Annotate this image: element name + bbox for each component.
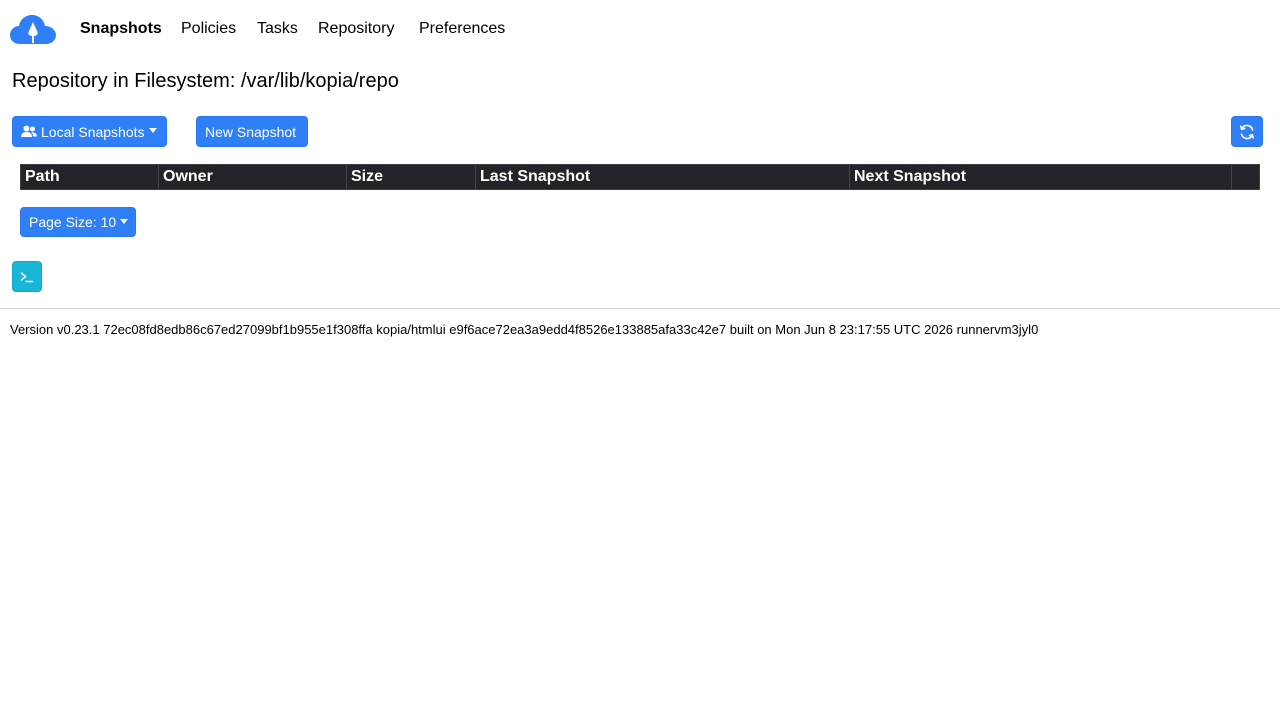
column-header-actions [1232, 165, 1259, 189]
column-header-last-snapshot[interactable]: Last Snapshot [476, 165, 850, 189]
users-icon [21, 125, 37, 138]
refresh-icon [1239, 124, 1255, 140]
page-title: Repository in Filesystem: /var/lib/kopia… [12, 70, 399, 92]
snapshots-table-header: Path Owner Size Last Snapshot Next Snaps… [20, 164, 1260, 190]
chevron-down-icon [120, 218, 129, 224]
column-header-path[interactable]: Path [21, 165, 159, 189]
kopia-cloud-logo-icon[interactable] [10, 13, 56, 45]
new-snapshot-button[interactable]: New Snapshot [196, 116, 308, 147]
nav-item-preferences[interactable]: Preferences [419, 19, 505, 39]
column-header-size[interactable]: Size [347, 165, 476, 189]
page-size-label: Page Size: 10 [29, 214, 117, 230]
nav-item-tasks[interactable]: Tasks [257, 19, 298, 39]
footer-divider [0, 308, 1280, 309]
local-snapshots-dropdown-button[interactable]: Local Snapshots [12, 116, 167, 147]
terminal-icon [20, 271, 34, 283]
nav-item-snapshots[interactable]: Snapshots [80, 19, 162, 39]
nav-item-policies[interactable]: Policies [181, 19, 236, 39]
refresh-button[interactable] [1231, 116, 1263, 147]
chevron-down-icon [148, 128, 157, 133]
terminal-button[interactable] [12, 261, 42, 292]
local-snapshots-label: Local Snapshots [41, 123, 145, 140]
page-size-dropdown-button[interactable]: Page Size: 10 [20, 207, 136, 237]
navbar: Snapshots Policies Tasks Repository Pref… [0, 0, 1280, 58]
version-footer: Version v0.23.1 72ec08fd8edb86c67ed27099… [10, 322, 1039, 337]
column-header-next-snapshot[interactable]: Next Snapshot [850, 165, 1232, 189]
column-header-owner[interactable]: Owner [159, 165, 347, 189]
nav-item-repository[interactable]: Repository [318, 19, 394, 39]
new-snapshot-label: New Snapshot [205, 123, 297, 140]
